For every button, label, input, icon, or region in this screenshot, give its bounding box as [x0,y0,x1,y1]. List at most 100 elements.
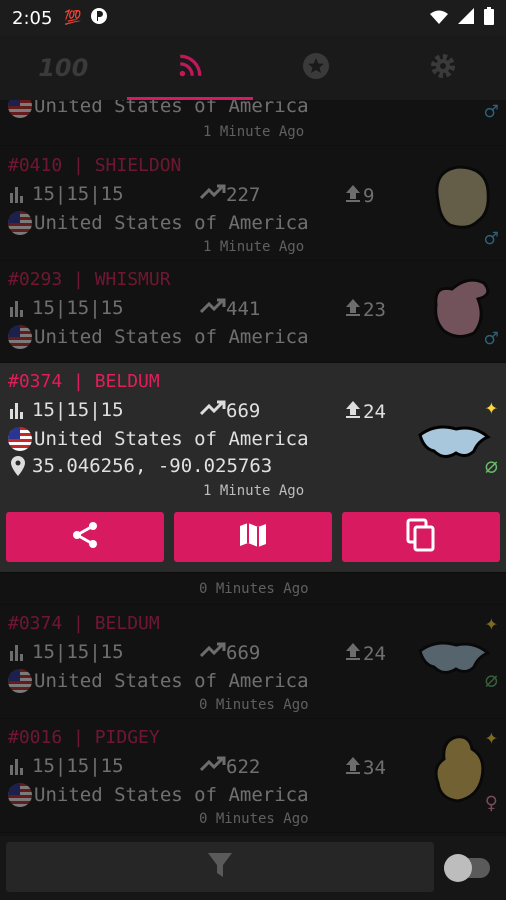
100-icon: 💯 [64,10,82,26]
iv-values: 15|15|15 [32,297,124,319]
male-icon: ♂ [484,327,498,352]
time-ago: 1 Minute Ago [203,483,305,499]
tab-100[interactable]: 100 [0,36,127,100]
signal-icon [458,8,474,28]
stats-bar-icon [8,401,28,419]
clock: 2:05 [12,7,53,29]
pokemon-sprite [426,733,488,809]
tab-bar: 100 [0,36,506,100]
list-item[interactable]: #0410 | SHIELDON 15|15|15 227 9 United S… [0,147,506,261]
pokemon-feed-list[interactable]: United States of America 1 Minute Ago ♂ … [0,100,506,836]
stats-bar-icon [8,757,28,775]
battery-icon [484,7,494,29]
list-item[interactable]: 0 Minutes Ago [0,573,506,605]
share-icon [70,520,100,554]
upload-icon [343,399,363,424]
tab-settings[interactable] [380,36,506,100]
cp-value: 669 [226,641,261,664]
iv-values: 15|15|15 [32,755,124,777]
list-item[interactable]: United States of America 1 Minute Ago ♂ [0,100,506,146]
time-ago: 0 Minutes Ago [199,811,309,827]
bottom-bar [0,836,506,900]
country-label: United States of America [34,670,309,692]
shiny-sparkle-icon: ✦ [484,395,498,420]
list-item[interactable]: #0016 | PIDGEY 15|15|15 622 34 United St… [0,719,506,833]
copy-button[interactable] [342,512,500,562]
rss-icon [177,53,203,83]
trend-icon [199,183,226,206]
shiny-sparkle-icon: ✦ [484,611,498,636]
cp-value: 669 [226,399,261,422]
level-value: 24 [363,400,386,423]
pokemon-title: #0293 | WHISMUR [8,269,171,290]
trend-icon [199,399,226,422]
iv-values: 15|15|15 [32,641,124,663]
pokemon-sprite [428,275,492,345]
status-bar: 2:05 💯 [0,0,506,36]
country-label: United States of America [34,212,309,234]
us-flag-icon [8,211,32,235]
tab-feed[interactable] [126,36,254,100]
pokemon-title: #0374 | BELDUM [8,371,160,392]
country-label: United States of America [34,428,309,450]
share-button[interactable] [6,512,164,562]
iv-values: 15|15|15 [32,399,124,421]
male-icon: ♂ [484,100,498,125]
map-icon [237,520,269,554]
time-ago: 0 Minutes Ago [199,581,309,597]
tab-favorites[interactable] [253,36,380,100]
time-ago: 1 Minute Ago [203,239,305,255]
stats-bar-icon [8,299,28,317]
level-value: 9 [363,184,375,207]
pokemon-sprite [416,635,492,683]
country-label: United States of America [34,100,309,117]
upload-icon [343,641,363,666]
level-value: 34 [363,756,386,779]
level-value: 23 [363,298,386,321]
copy-icon [405,518,437,556]
star-circle-icon [302,52,330,84]
time-ago: 0 Minutes Ago [199,697,309,713]
trend-icon [199,641,226,664]
item-actions [0,512,506,562]
trend-icon [199,755,226,778]
female-icon: ♀ [484,791,498,816]
us-flag-icon [8,427,32,451]
iv-values: 15|15|15 [32,183,124,205]
list-item[interactable]: #0374 | BELDUM 15|15|15 669 24 United St… [0,605,506,719]
cp-value: 622 [226,755,261,778]
us-flag-icon [8,783,32,807]
gear-icon [429,52,457,84]
time-ago: 1 Minute Ago [203,124,305,140]
filter-icon [207,851,233,883]
pokemon-title: #0410 | SHIELDON [8,155,182,176]
location-pin-icon [8,455,28,477]
stats-bar-icon [8,643,28,661]
level-value: 24 [363,642,386,665]
upload-icon [343,297,363,322]
feed-toggle[interactable] [444,854,490,882]
wifi-icon [430,9,448,28]
trend-icon [199,297,226,320]
country-label: United States of America [34,326,309,348]
map-button[interactable] [174,512,332,562]
stats-bar-icon [8,185,28,203]
us-flag-icon [8,325,32,349]
upload-icon [343,755,363,780]
pokemon-title: #0374 | BELDUM [8,613,160,634]
toggle-knob [444,854,472,882]
genderless-icon: ∅ [484,455,498,480]
pokemon-sprite [416,419,492,467]
coordinates[interactable]: 35.046256, -90.025763 [32,455,272,477]
p-icon [90,7,108,29]
cp-value: 227 [226,183,261,206]
list-item[interactable]: #0293 | WHISMUR 15|15|15 441 23 United S… [0,261,506,363]
filter-button[interactable] [6,842,434,892]
pokemon-title: #0016 | PIDGEY [8,727,160,748]
genderless-icon: ∅ [484,669,498,694]
100-icon: 100 [38,54,89,82]
cp-value: 441 [226,297,261,320]
us-flag-icon [8,669,32,693]
upload-icon [343,183,363,208]
us-flag-icon [8,100,32,118]
